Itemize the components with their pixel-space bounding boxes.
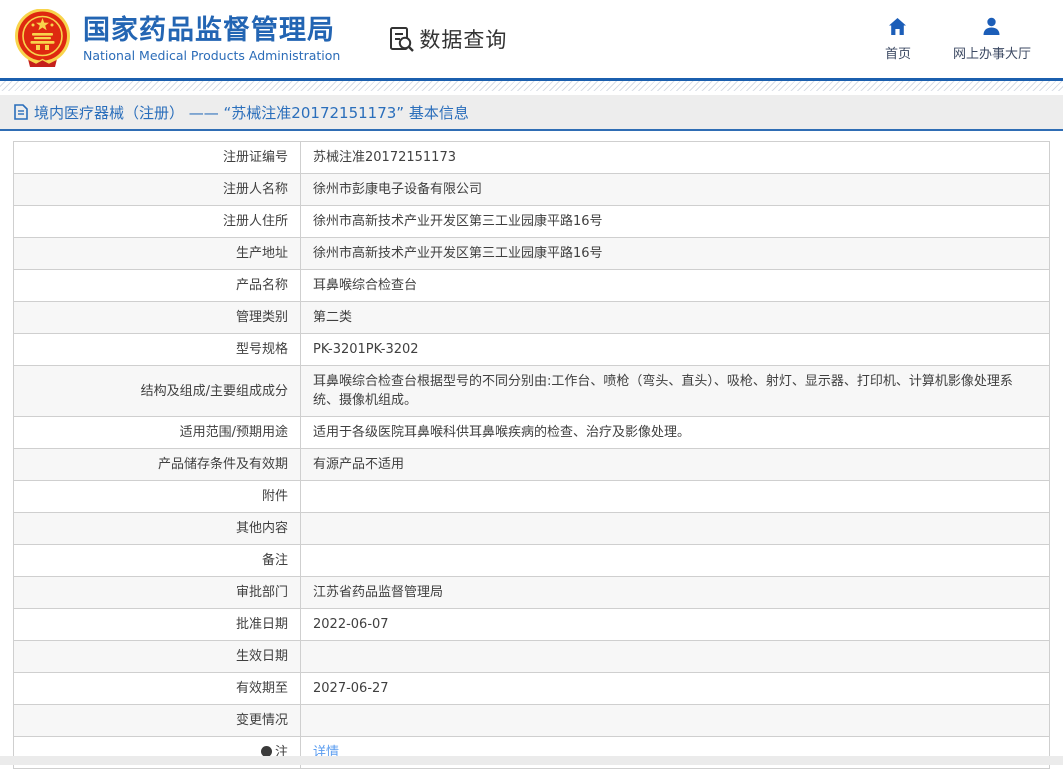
info-table-body: 注册证编号苏械注准20172151173注册人名称徐州市彭康电子设备有限公司注册… <box>14 142 1050 769</box>
table-row: 注册人名称徐州市彭康电子设备有限公司 <box>14 174 1050 206</box>
row-value: 苏械注准20172151173 <box>301 142 1050 174</box>
nav-item-service-hall[interactable]: 网上办事大厅 <box>953 17 1031 62</box>
table-row: 产品名称耳鼻喉综合检查台 <box>14 270 1050 302</box>
row-value: 第二类 <box>301 302 1050 334</box>
table-row: 产品储存条件及有效期有源产品不适用 <box>14 449 1050 481</box>
site-logo-text: 国家药品监督管理局 National Medical Products Admi… <box>83 15 340 63</box>
row-value: 适用于各级医院耳鼻喉科供耳鼻喉疾病的检查、治疗及影像处理。 <box>301 417 1050 449</box>
row-label: 产品名称 <box>14 270 301 302</box>
row-label: 产品储存条件及有效期 <box>14 449 301 481</box>
row-value <box>301 641 1050 673</box>
row-value: 徐州市高新技术产业开发区第三工业园康平路16号 <box>301 238 1050 270</box>
row-value: 2027-06-27 <box>301 673 1050 705</box>
footer-strip <box>0 756 1063 765</box>
person-icon <box>982 17 1001 36</box>
registration-info-table: 注册证编号苏械注准20172151173注册人名称徐州市彭康电子设备有限公司注册… <box>13 141 1050 769</box>
table-row: 注册证编号苏械注准20172151173 <box>14 142 1050 174</box>
row-label: 型号规格 <box>14 334 301 366</box>
row-label: 注册人名称 <box>14 174 301 206</box>
row-label: 适用范围/预期用途 <box>14 417 301 449</box>
row-label: 附件 <box>14 481 301 513</box>
row-label: 变更情况 <box>14 705 301 737</box>
table-row: 注册人住所徐州市高新技术产业开发区第三工业园康平路16号 <box>14 206 1050 238</box>
row-value: 徐州市彭康电子设备有限公司 <box>301 174 1050 206</box>
row-label: 有效期至 <box>14 673 301 705</box>
row-value: 徐州市高新技术产业开发区第三工业园康平路16号 <box>301 206 1050 238</box>
nav-item-service-hall-label: 网上办事大厅 <box>953 43 1031 62</box>
national-emblem-icon <box>14 9 71 69</box>
table-row: 有效期至2027-06-27 <box>14 673 1050 705</box>
registration-info-table-wrap: 注册证编号苏械注准20172151173注册人名称徐州市彭康电子设备有限公司注册… <box>13 141 1050 769</box>
page-title-bar: 境内医疗器械（注册） —— “苏械注准20172151173” 基本信息 <box>0 95 1063 131</box>
table-row: 附件 <box>14 481 1050 513</box>
row-label: 生效日期 <box>14 641 301 673</box>
data-query-label: 数据查询 <box>419 24 507 54</box>
row-value: 江苏省药品监督管理局 <box>301 577 1050 609</box>
row-label: 注册人住所 <box>14 206 301 238</box>
row-label: 审批部门 <box>14 577 301 609</box>
row-label: 批准日期 <box>14 609 301 641</box>
home-icon <box>888 17 907 36</box>
row-label: 结构及组成/主要组成成分 <box>14 366 301 417</box>
row-value: PK-3201PK-3202 <box>301 334 1050 366</box>
site-title: 国家药品监督管理局 <box>83 15 340 46</box>
page-icon <box>14 104 28 120</box>
table-row: 管理类别第二类 <box>14 302 1050 334</box>
row-value <box>301 513 1050 545</box>
row-value <box>301 705 1050 737</box>
table-row: 变更情况 <box>14 705 1050 737</box>
row-value: 2022-06-07 <box>301 609 1050 641</box>
row-label: 管理类别 <box>14 302 301 334</box>
table-row: 批准日期2022-06-07 <box>14 609 1050 641</box>
table-row: 型号规格PK-3201PK-3202 <box>14 334 1050 366</box>
header-nav: 首页 网上办事大厅 <box>885 17 1045 62</box>
table-row: 备注 <box>14 545 1050 577</box>
document-search-icon <box>388 26 415 53</box>
row-value: 有源产品不适用 <box>301 449 1050 481</box>
row-value: 耳鼻喉综合检查台 <box>301 270 1050 302</box>
row-value: 耳鼻喉综合检查台根据型号的不同分别由:工作台、喷枪（弯头、直头）、吸枪、射灯、显… <box>301 366 1050 417</box>
site-header: 国家药品监督管理局 National Medical Products Admi… <box>0 0 1063 78</box>
nav-item-home[interactable]: 首页 <box>885 17 911 62</box>
row-value <box>301 481 1050 513</box>
page-title: 境内医疗器械（注册） —— “苏械注准20172151173” 基本信息 <box>34 102 469 123</box>
table-row: 生产地址徐州市高新技术产业开发区第三工业园康平路16号 <box>14 238 1050 270</box>
row-label: 生产地址 <box>14 238 301 270</box>
data-query-nav[interactable]: 数据查询 <box>388 24 507 54</box>
row-label: 备注 <box>14 545 301 577</box>
nav-item-home-label: 首页 <box>885 43 911 62</box>
site-subtitle: National Medical Products Administration <box>83 48 340 63</box>
table-row: 结构及组成/主要组成成分耳鼻喉综合检查台根据型号的不同分别由:工作台、喷枪（弯头… <box>14 366 1050 417</box>
table-row: 生效日期 <box>14 641 1050 673</box>
row-label: 其他内容 <box>14 513 301 545</box>
site-logo: 国家药品监督管理局 National Medical Products Admi… <box>14 9 340 69</box>
table-row: 其他内容 <box>14 513 1050 545</box>
hatch-pattern-band <box>0 81 1063 91</box>
row-value <box>301 545 1050 577</box>
table-row: 审批部门江苏省药品监督管理局 <box>14 577 1050 609</box>
row-label: 注册证编号 <box>14 142 301 174</box>
table-row: 适用范围/预期用途适用于各级医院耳鼻喉科供耳鼻喉疾病的检查、治疗及影像处理。 <box>14 417 1050 449</box>
